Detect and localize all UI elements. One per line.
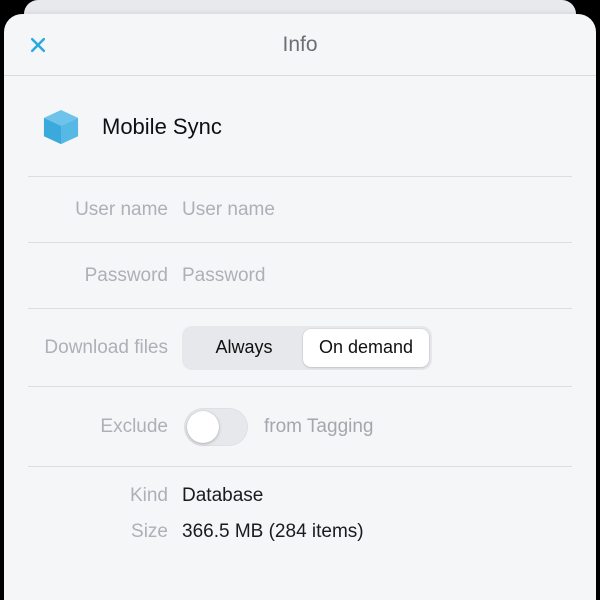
switch-knob	[187, 411, 219, 443]
segment-always[interactable]: Always	[185, 329, 303, 367]
exclude-tagging-switch[interactable]	[184, 408, 248, 446]
sheet-title: Info	[282, 33, 317, 57]
kind-label: Kind	[28, 485, 168, 507]
username-input[interactable]	[182, 199, 572, 221]
password-row: Password	[28, 242, 572, 308]
segment-on-demand[interactable]: On demand	[303, 329, 429, 367]
close-icon	[28, 35, 48, 55]
sheet-header: Info	[4, 14, 596, 76]
password-label: Password	[28, 265, 168, 287]
username-row: User name	[28, 176, 572, 242]
password-input[interactable]	[182, 265, 572, 287]
kind-row: Kind Database	[28, 466, 572, 507]
database-cube-icon	[40, 106, 82, 148]
exclude-label-after: from Tagging	[264, 416, 374, 438]
download-files-segmented: Always On demand	[182, 326, 432, 370]
close-button[interactable]	[24, 31, 52, 59]
username-label: User name	[28, 199, 168, 221]
download-files-row: Download files Always On demand	[28, 308, 572, 386]
size-label: Size	[28, 521, 168, 543]
item-title-row: Mobile Sync	[4, 76, 596, 176]
info-sheet: Info Mobile Sync User name Password Down…	[4, 14, 596, 600]
size-value: 366.5 MB (284 items)	[182, 521, 364, 543]
size-row: Size 366.5 MB (284 items)	[28, 507, 572, 543]
kind-value: Database	[182, 485, 263, 507]
exclude-label-before: Exclude	[28, 416, 168, 438]
exclude-row: Exclude from Tagging	[28, 386, 572, 466]
item-name: Mobile Sync	[102, 114, 222, 140]
download-files-label: Download files	[28, 337, 168, 359]
